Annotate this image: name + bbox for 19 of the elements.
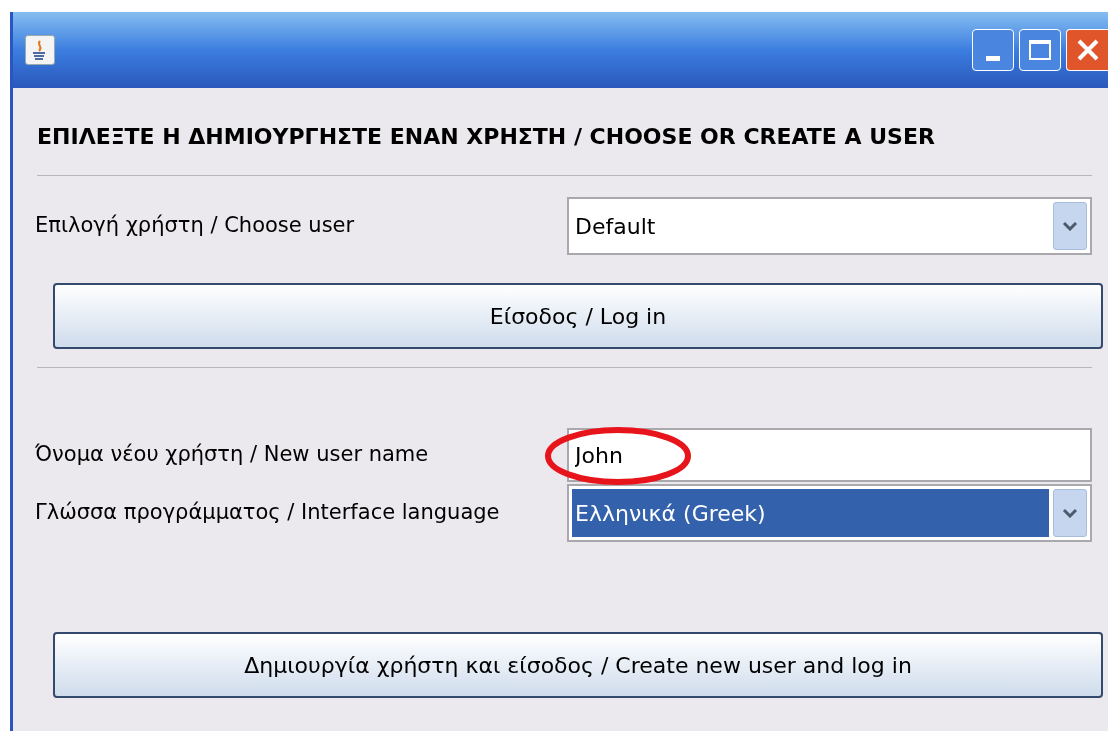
action-button[interactable]: Είσοδος / Log in: [53, 283, 1103, 349]
chevron-down-icon: [1062, 221, 1078, 231]
dropdown-value: Default: [574, 212, 657, 241]
minimize-icon: [986, 56, 1000, 61]
field-label: Γλώσσα προγράμματος / Interface language: [35, 499, 500, 527]
dropdown-value: Ελληνικά (Greek): [572, 489, 1049, 537]
heading: ΕΠΙΛΕΞΤΕ Η ΔΗΜΙΟΥΡΓΗΣΤΕ ΕΝΑΝ ΧΡΗΣΤΗ / CHOOSE OR CREATE A USER: [37, 123, 936, 151]
field-label: Όνομα νέου χρήστη / New user name: [35, 441, 429, 469]
chevron-down-icon: [1062, 508, 1078, 518]
minimize-button[interactable]: [972, 29, 1014, 71]
app-icon: [25, 35, 55, 65]
maximize-button[interactable]: [1019, 29, 1061, 71]
maximize-icon: [1029, 40, 1051, 60]
field-label: Επιλογή χρήστη / Choose user: [35, 212, 355, 240]
dropdown[interactable]: Default: [567, 197, 1092, 255]
action-button[interactable]: Δημιουργία χρήστη και είσοδος / Create new user and log in: [53, 632, 1103, 698]
close-icon: [1075, 38, 1100, 62]
dropdown[interactable]: Ελληνικά (Greek): [567, 484, 1092, 542]
close-button[interactable]: [1066, 29, 1108, 71]
